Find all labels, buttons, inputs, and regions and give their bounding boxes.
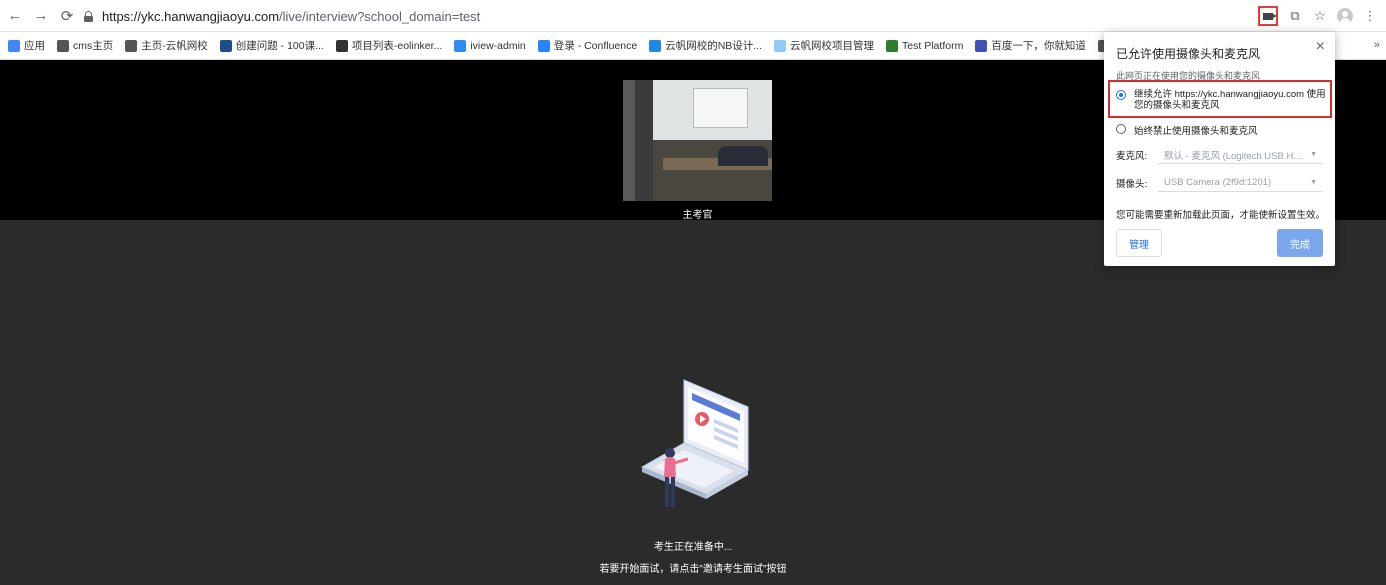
mic-label: 麦克风:: [1116, 151, 1148, 162]
address-bar-row: ← → ⟳ https://ykc.hanwangjiaoyu.com /liv…: [0, 0, 1386, 32]
bookmark-label: Test Platform: [902, 39, 964, 52]
bookmark-item[interactable]: iview-admin: [454, 39, 526, 52]
bookmark-label: iview-admin: [470, 39, 526, 52]
bookmark-item[interactable]: 云帆网校项目管理: [774, 38, 874, 53]
bookmark-icon: [975, 39, 988, 52]
reload-icon[interactable]: ⟳: [56, 5, 78, 27]
camera-row: 摄像头: USB Camera (2f9d:1201) ▼: [1116, 174, 1323, 192]
bookmark-icon: [219, 39, 232, 52]
popup-title: 已允许使用摄像头和麦克风: [1116, 47, 1261, 61]
allow-option[interactable]: 继续允许 https://ykc.hanwangjiaoyu.com 使用您的摄…: [1116, 89, 1326, 111]
toolbar-icons: ⧉ ☆ ⋮: [1258, 6, 1378, 26]
waiting-subtitle: 若要开始面试，请点击"邀请考生面试"按钮: [599, 564, 787, 575]
permission-popup: 已允许使用摄像头和麦克风 × 此网页正在使用您的摄像头和麦克风 继续允许 htt…: [1104, 32, 1335, 266]
bookmark-label: 主页-云帆网校: [141, 40, 208, 52]
bookmark-item[interactable]: 百度一下，你就知道: [975, 38, 1086, 53]
url-host: https://ykc.hanwangjiaoyu.com: [102, 8, 280, 24]
mic-value: 默认 - 麦克风 (Logitech USB H...: [1164, 150, 1302, 162]
bookmark-icon: [886, 39, 899, 52]
bookmark-icon: [335, 39, 348, 52]
laptop-illustration: [640, 379, 750, 507]
url-field[interactable]: https://ykc.hanwangjiaoyu.com /live/inte…: [84, 5, 1254, 27]
bookmark-icon: [537, 39, 550, 52]
camera-feed: [623, 80, 772, 201]
bookmark-label: 应用: [24, 40, 45, 52]
examiner-label: 主考官: [682, 210, 713, 221]
bookmark-item[interactable]: 主页-云帆网校: [125, 38, 208, 53]
bookmark-icon: [649, 39, 662, 52]
waiting-area: 考生正在准备中... 若要开始面试，请点击"邀请考生面试"按钮: [0, 220, 1386, 585]
caret-down-icon: ▼: [1310, 151, 1317, 158]
star-icon[interactable]: ☆: [1312, 8, 1328, 24]
lock-icon: [84, 10, 93, 22]
bookmark-label: 项目列表-eolinker...: [351, 40, 443, 52]
mic-select[interactable]: 默认 - 麦克风 (Logitech USB H... ▼: [1158, 146, 1323, 164]
bookmark-label: 百度一下，你就知道: [991, 40, 1086, 52]
camera-label: 摄像头:: [1116, 179, 1148, 190]
camera-select[interactable]: USB Camera (2f9d:1201) ▼: [1158, 174, 1323, 192]
waiting-title: 考生正在准备中...: [653, 542, 733, 553]
block-option-label: 始终禁止使用摄像头和麦克风: [1134, 126, 1258, 137]
done-button[interactable]: 完成: [1277, 229, 1323, 257]
bookmark-item[interactable]: Test Platform: [886, 39, 964, 52]
bookmark-icon: [125, 39, 138, 52]
url-path: /live/interview?school_domain=test: [279, 8, 481, 24]
close-icon[interactable]: ×: [1316, 38, 1325, 56]
bookmark-item[interactable]: 项目列表-eolinker...: [335, 38, 443, 53]
radio-icon[interactable]: [1116, 90, 1126, 100]
forward-icon[interactable]: →: [30, 5, 52, 27]
mic-row: 麦克风: 默认 - 麦克风 (Logitech USB H... ▼: [1116, 146, 1323, 164]
translate-icon[interactable]: ⧉: [1287, 8, 1303, 24]
bookmarks-more-icon[interactable]: »: [1374, 39, 1380, 51]
bookmark-item[interactable]: 创建问题 - 100课...: [219, 38, 324, 53]
bookmark-label: 创建问题 - 100课...: [235, 40, 324, 52]
bookmark-label: cms主页: [73, 40, 114, 52]
camera-icon[interactable]: [1258, 6, 1278, 26]
caret-down-icon: ▼: [1310, 179, 1317, 186]
radio-icon[interactable]: [1116, 124, 1126, 134]
allow-option-label: 继续允许 https://ykc.hanwangjiaoyu.com 使用您的摄…: [1134, 89, 1326, 111]
bookmark-icon: [774, 39, 787, 52]
bookmark-item[interactable]: 应用: [8, 38, 45, 53]
menu-icon[interactable]: ⋮: [1362, 8, 1378, 24]
back-icon[interactable]: ←: [4, 5, 26, 27]
block-option[interactable]: 始终禁止使用摄像头和麦克风: [1116, 123, 1258, 137]
bookmark-item[interactable]: 云帆网校的NB设计...: [649, 38, 762, 53]
bookmark-item[interactable]: 登录 - Confluence: [537, 38, 638, 53]
bookmark-item[interactable]: cms主页: [57, 38, 113, 53]
camera-value: USB Camera (2f9d:1201): [1164, 177, 1272, 188]
bookmark-label: 云帆网校项目管理: [790, 40, 875, 52]
reload-note: 您可能需要重新加载此页面，才能使新设置生效。: [1116, 210, 1326, 221]
bookmark-label: 登录 - Confluence: [553, 40, 638, 52]
bookmark-icon: [454, 39, 467, 52]
bookmark-icon: [8, 39, 20, 52]
bookmark-icon: [57, 39, 69, 52]
profile-icon[interactable]: [1337, 8, 1353, 24]
manage-button[interactable]: 管理: [1116, 229, 1162, 257]
bookmark-label: 云帆网校的NB设计...: [665, 40, 763, 52]
